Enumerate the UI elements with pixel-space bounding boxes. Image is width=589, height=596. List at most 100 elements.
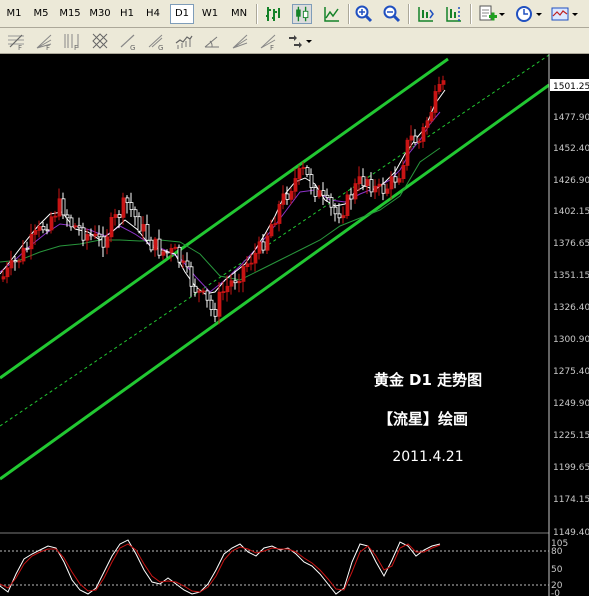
fibonacci-time-zones-icon[interactable]: F bbox=[62, 31, 82, 52]
price-axis: 1501.25 1477.90 1452.40 1426.90 1402.15 … bbox=[550, 79, 589, 538]
chevron-down-icon[interactable] bbox=[497, 4, 507, 24]
indicators-icon[interactable] bbox=[478, 4, 498, 24]
candle-body bbox=[205, 290, 210, 301]
candle-body bbox=[221, 291, 226, 294]
candle-body bbox=[101, 236, 106, 248]
price-tick: 1249.90 bbox=[553, 399, 589, 409]
candle-body bbox=[409, 135, 414, 141]
fan-lines-icon[interactable] bbox=[230, 31, 250, 51]
timeframe-button-h4[interactable]: H4 bbox=[142, 4, 164, 24]
svg-text:F: F bbox=[46, 44, 50, 51]
timeframe-button-mn[interactable]: MN bbox=[226, 4, 252, 24]
candlestick-chart-icon[interactable] bbox=[292, 4, 312, 24]
candle-body bbox=[161, 251, 166, 256]
chart-shift-icon[interactable] bbox=[444, 4, 464, 24]
zoom-in-icon[interactable] bbox=[354, 4, 374, 24]
toolbar-separator bbox=[408, 4, 410, 24]
candle-body bbox=[121, 197, 126, 218]
andrews-pitchfork-icon[interactable] bbox=[174, 31, 194, 51]
candle-body bbox=[201, 290, 206, 293]
candle-body bbox=[1, 276, 6, 280]
candle-body bbox=[181, 260, 186, 263]
clock-icon[interactable] bbox=[514, 4, 534, 24]
timeframe-button-m5[interactable]: M5 bbox=[28, 4, 54, 24]
candle-body bbox=[33, 229, 38, 235]
stochastic-oscillator bbox=[0, 539, 549, 595]
candle-body bbox=[337, 213, 342, 219]
fibonacci-retracement-icon[interactable]: F bbox=[6, 31, 26, 52]
moving-averages bbox=[0, 89, 446, 295]
candle-body bbox=[189, 266, 194, 287]
chevron-down-icon[interactable] bbox=[570, 4, 580, 24]
gann-grid-icon[interactable]: G bbox=[146, 31, 166, 52]
candle-body bbox=[249, 262, 254, 265]
candle-body bbox=[117, 214, 122, 218]
candle-body bbox=[61, 198, 66, 216]
toolbar-separator bbox=[470, 4, 472, 24]
timeframe-button-m1[interactable]: M1 bbox=[2, 4, 26, 24]
candle-body bbox=[417, 140, 422, 143]
candle-body bbox=[129, 202, 134, 211]
templates-icon[interactable] bbox=[550, 4, 570, 24]
chevron-down-icon[interactable] bbox=[534, 4, 544, 24]
candle-body bbox=[245, 263, 250, 267]
price-tick: 1376.65 bbox=[553, 239, 589, 249]
zoom-out-icon[interactable] bbox=[382, 4, 402, 24]
candle-body bbox=[301, 167, 306, 169]
svg-text:F: F bbox=[270, 44, 274, 51]
candle-body bbox=[397, 178, 402, 183]
arrows-icon[interactable] bbox=[286, 31, 306, 51]
auto-scroll-icon[interactable] bbox=[416, 4, 436, 24]
candle-body bbox=[109, 216, 114, 238]
price-chart[interactable]: 1501.25 1477.90 1452.40 1426.90 1402.15 … bbox=[0, 54, 589, 596]
regression-channel-icon[interactable] bbox=[202, 31, 222, 51]
candle-body bbox=[253, 252, 258, 264]
candle-body bbox=[69, 217, 74, 228]
candle-body bbox=[297, 168, 302, 179]
candle-body bbox=[185, 260, 190, 268]
ma-mid-line bbox=[0, 111, 441, 293]
svg-text:F: F bbox=[18, 44, 22, 51]
candle-body bbox=[217, 291, 222, 317]
gann-line-icon[interactable]: G bbox=[118, 31, 138, 52]
candle-body bbox=[357, 176, 362, 185]
candle-body bbox=[353, 183, 358, 200]
line-chart-icon[interactable] bbox=[322, 4, 342, 24]
candle-body bbox=[405, 139, 410, 166]
candle-body bbox=[85, 234, 90, 241]
fibonacci-expansion-icon[interactable]: F bbox=[258, 31, 278, 52]
toolbar-separator bbox=[348, 4, 350, 24]
timeframe-button-m30[interactable]: M30 bbox=[86, 4, 114, 24]
candle-body bbox=[37, 225, 42, 231]
price-tick: 1174.15 bbox=[553, 495, 589, 505]
candle-body bbox=[329, 197, 334, 208]
candle-body bbox=[77, 225, 82, 229]
bar-chart-icon[interactable] bbox=[264, 4, 284, 24]
price-tick: 1402.15 bbox=[553, 207, 589, 217]
candle-body bbox=[345, 194, 350, 216]
timeframe-button-m15[interactable]: M15 bbox=[56, 4, 84, 24]
candle-body bbox=[273, 223, 278, 225]
candle-body bbox=[73, 225, 78, 228]
candle-body bbox=[173, 246, 178, 249]
candle-body bbox=[153, 238, 158, 251]
osc-tick: -0 bbox=[551, 589, 560, 596]
timeframe-button-h1[interactable]: H1 bbox=[116, 4, 138, 24]
chart-caption-author: 【流星】绘画 bbox=[377, 410, 468, 428]
ma-slow-line bbox=[0, 147, 441, 281]
candle-body bbox=[305, 167, 310, 175]
timeframe-button-d1[interactable]: D1 bbox=[170, 4, 194, 24]
price-tick: 1225.15 bbox=[553, 431, 589, 441]
fibonacci-fan-icon[interactable]: F bbox=[34, 31, 54, 52]
candle-body bbox=[373, 185, 378, 193]
chevron-down-icon[interactable] bbox=[304, 31, 314, 51]
candle-body bbox=[197, 290, 202, 293]
timeframe-button-w1[interactable]: W1 bbox=[198, 4, 222, 24]
svg-text:G: G bbox=[158, 44, 163, 51]
grid-icon[interactable] bbox=[90, 31, 110, 51]
candle-body bbox=[289, 190, 294, 200]
candle-body bbox=[281, 193, 286, 205]
candle-body bbox=[437, 83, 442, 92]
svg-text:G: G bbox=[130, 44, 135, 51]
candle-body bbox=[149, 239, 154, 251]
